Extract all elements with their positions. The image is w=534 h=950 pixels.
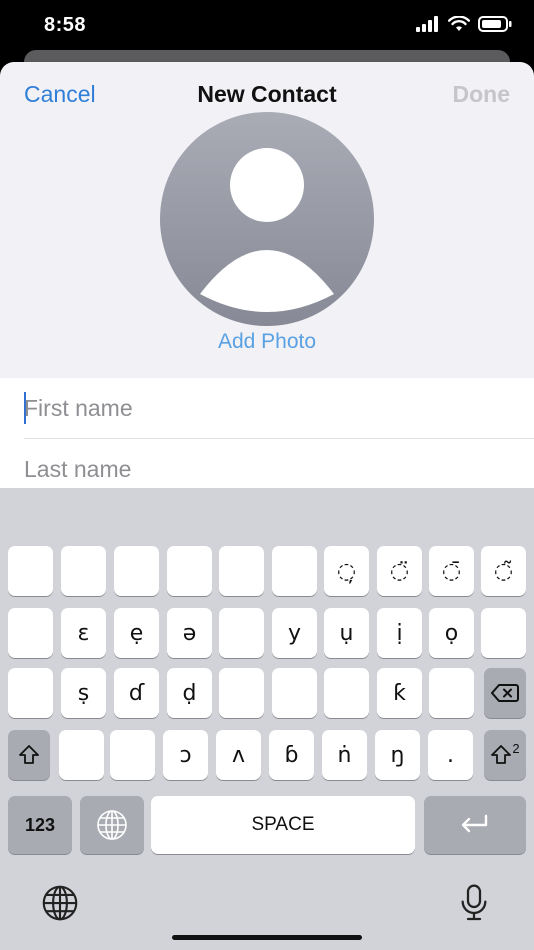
key[interactable]: y — [272, 608, 317, 658]
key-macron-accent[interactable]: ◌̄ — [429, 546, 474, 596]
screen: 8:58 Cancel New Contact Done Add Photo F… — [0, 0, 534, 950]
shift-icon — [19, 745, 39, 764]
battery-icon — [478, 16, 512, 32]
key[interactable] — [114, 546, 159, 596]
globe-key[interactable] — [80, 796, 144, 854]
key[interactable]: ɓ — [269, 730, 314, 780]
globe-icon — [97, 810, 127, 840]
globe-icon[interactable] — [40, 883, 80, 923]
key[interactable]: ɛ — [61, 608, 106, 658]
last-name-row — [24, 439, 534, 499]
key[interactable] — [8, 668, 53, 718]
status-time: 8:58 — [44, 14, 87, 36]
shift-key[interactable] — [8, 730, 50, 780]
first-name-field[interactable] — [24, 378, 504, 438]
status-bar: 8:58 — [0, 0, 534, 52]
space-bar[interactable]: SPACE — [151, 796, 415, 854]
key[interactable]: ụ — [324, 608, 369, 658]
backspace-icon — [491, 684, 519, 702]
space-bar-label: SPACE — [251, 814, 315, 835]
return-key[interactable] — [424, 796, 526, 854]
numbers-key[interactable]: 123 — [8, 796, 72, 854]
key[interactable] — [8, 608, 53, 658]
key[interactable] — [167, 546, 212, 596]
key[interactable]: ọ — [429, 608, 474, 658]
first-name-row — [24, 378, 534, 439]
key[interactable]: ə — [167, 608, 212, 658]
key[interactable]: ƙ — [377, 668, 422, 718]
key[interactable]: ḍ — [167, 668, 212, 718]
wifi-icon — [448, 16, 470, 31]
key-comma-below-accent[interactable]: ◌̦ — [324, 546, 369, 596]
avatar[interactable] — [160, 112, 374, 326]
key[interactable]: ị — [377, 608, 422, 658]
key[interactable] — [8, 546, 53, 596]
key[interactable]: ɔ — [163, 730, 208, 780]
cellular-signal-icon — [416, 16, 438, 32]
key[interactable]: ṅ — [322, 730, 367, 780]
key[interactable] — [219, 546, 264, 596]
microphone-icon[interactable] — [457, 883, 491, 923]
key[interactable] — [59, 730, 104, 780]
key[interactable] — [219, 668, 264, 718]
key-tilde-accent[interactable]: ◌̃ — [481, 546, 526, 596]
key[interactable] — [481, 608, 526, 658]
shift-2-key[interactable]: 2 — [484, 730, 526, 780]
key[interactable] — [429, 668, 474, 718]
home-indicator — [172, 935, 362, 940]
key[interactable] — [272, 668, 317, 718]
name-fields — [0, 378, 534, 499]
status-icons — [416, 16, 512, 32]
add-photo-link[interactable]: Add Photo — [0, 330, 534, 354]
key[interactable]: ʌ — [216, 730, 261, 780]
backspace-key[interactable] — [484, 668, 526, 718]
key[interactable]: ɗ — [114, 668, 159, 718]
key[interactable] — [219, 608, 264, 658]
key-diaeresis-accent[interactable]: ◌̈ — [377, 546, 422, 596]
key[interactable] — [110, 730, 155, 780]
key[interactable]: ṣ — [61, 668, 106, 718]
key[interactable] — [61, 546, 106, 596]
person-placeholder-icon — [160, 112, 374, 326]
return-icon — [461, 814, 488, 833]
key[interactable] — [272, 546, 317, 596]
key[interactable]: ŋ — [375, 730, 420, 780]
shift-icon — [491, 745, 512, 764]
numbers-key-label: 123 — [24, 814, 56, 835]
key[interactable]: . — [428, 730, 473, 780]
done-button[interactable]: Done — [453, 81, 511, 108]
shift-superscript: 2 — [512, 740, 520, 756]
key[interactable]: ẹ — [114, 608, 159, 658]
key[interactable] — [324, 668, 369, 718]
